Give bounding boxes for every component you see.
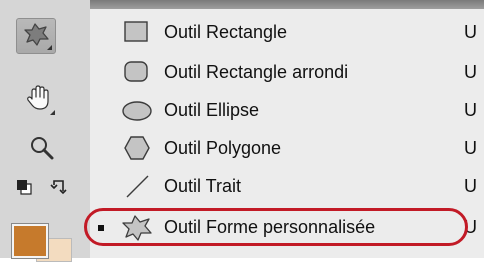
menu-item-custom-shape-tool[interactable]: Outil Forme personnalisée U <box>90 208 484 246</box>
menu-item-rounded-rectangle-tool[interactable]: Outil Rectangle arrondi U <box>90 53 484 91</box>
menu-item-rectangle-tool[interactable]: Outil Rectangle U <box>90 13 484 51</box>
selected-bullet <box>98 225 104 231</box>
hand-tool-button[interactable] <box>18 82 58 118</box>
menu-item-label: Outil Ellipse <box>164 100 260 120</box>
tool-group-indicator <box>42 45 52 50</box>
default-colors-icon <box>15 178 33 201</box>
tool-group-indicator <box>45 110 55 115</box>
menu-item-shortcut: U <box>464 62 477 82</box>
magnifier-icon <box>28 134 56 167</box>
menu-item-shortcut: U <box>464 217 477 237</box>
menu-item-label: Outil Polygone <box>164 138 282 158</box>
menu-item-label: Outil Rectangle <box>164 22 288 42</box>
menu-item-shortcut: U <box>464 176 477 196</box>
menu-item-line-tool[interactable]: Outil Trait U <box>90 167 484 205</box>
menu-item-label: Outil Rectangle arrondi <box>164 62 349 82</box>
default-colors-button[interactable] <box>12 176 36 202</box>
menu-item-shortcut: U <box>464 22 477 42</box>
menu-item-shortcut: U <box>464 100 477 120</box>
menu-item-label: Outil Forme personnalisée <box>164 217 376 237</box>
zoom-tool-button[interactable] <box>22 132 62 168</box>
line-icon <box>120 171 154 201</box>
menu-item-polygon-tool[interactable]: Outil Polygone U <box>90 129 484 167</box>
flyout-top-bar <box>90 0 484 9</box>
polygon-icon <box>120 133 154 163</box>
foreground-color-swatch[interactable] <box>11 223 49 259</box>
swap-colors-icon <box>49 177 69 202</box>
menu-item-ellipse-tool[interactable]: Outil Ellipse U <box>90 91 484 129</box>
tools-panel <box>0 0 91 262</box>
shape-tools-flyout-menu: Outil Rectangle U Outil Rectangle arrond… <box>90 9 484 258</box>
swap-colors-button[interactable] <box>46 176 72 202</box>
rounded-rectangle-icon <box>120 57 154 87</box>
ellipse-icon <box>120 95 154 125</box>
custom-shape-icon <box>120 212 154 242</box>
rectangle-icon <box>120 17 154 47</box>
menu-item-label: Outil Trait <box>164 176 242 196</box>
menu-item-shortcut: U <box>464 138 477 158</box>
custom-shape-tool-button[interactable] <box>16 18 56 54</box>
